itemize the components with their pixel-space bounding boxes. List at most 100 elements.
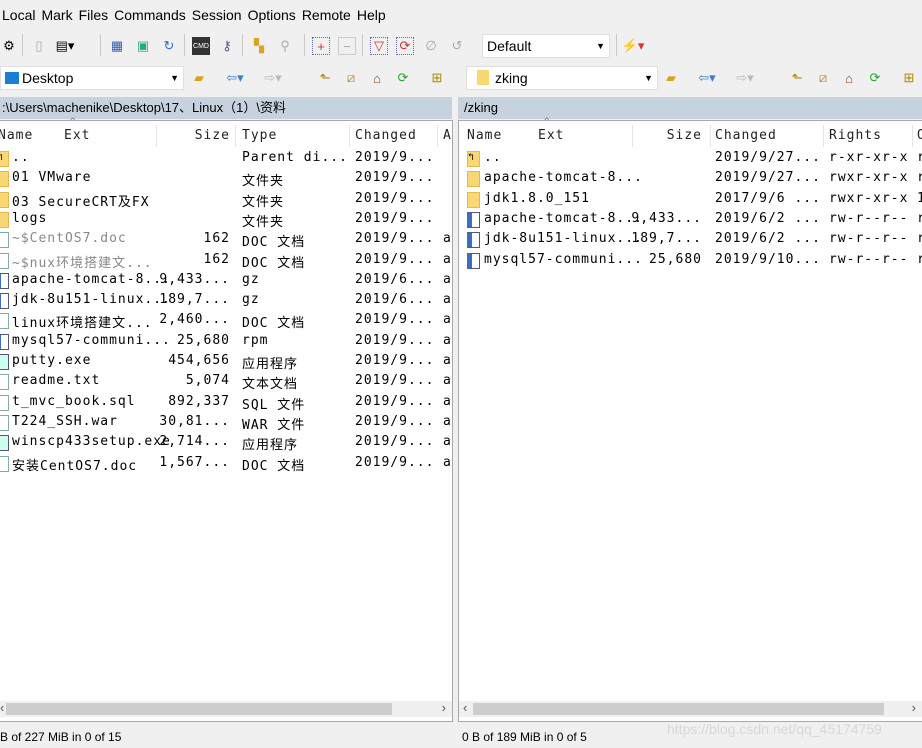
refresh-sync-icon[interactable]: ↻ — [160, 37, 178, 55]
scrollbar-thumb[interactable] — [6, 703, 392, 715]
column-name[interactable]: Name — [0, 128, 33, 143]
putty-icon[interactable]: ⚷ — [218, 37, 236, 55]
menu-help[interactable]: Help — [355, 4, 390, 26]
scroll-right-icon[interactable]: › — [912, 700, 916, 715]
file-row[interactable]: winscp433setup.exe 2,714... 应用程序 2019/9... a — [0, 433, 452, 453]
console-icon[interactable]: CMD — [192, 37, 210, 55]
cell-changed: 2019/6/2 ... — [715, 210, 821, 226]
refresh-icon[interactable]: ⟳ — [394, 69, 412, 87]
home-icon[interactable]: ⌂ — [840, 69, 858, 87]
find-icon[interactable]: ⚲ — [276, 37, 294, 55]
file-row[interactable]: jdk-8u151-linux... 189,7... gz 2019/6... a — [0, 291, 452, 311]
tree-icon[interactable]: ⊞ — [900, 69, 918, 87]
file-row[interactable]: ↰.. 2019/9/27... r-xr-xr-x r — [459, 149, 922, 169]
column-changed[interactable]: Changed — [355, 128, 417, 143]
left-location-value: Desktop — [22, 70, 74, 86]
package-icon — [467, 232, 480, 249]
refresh-icon[interactable]: ⟳ — [866, 69, 884, 87]
file-row[interactable]: mysql57-communi... 25,680 rpm 2019/9... a — [0, 332, 452, 352]
scroll-left-icon[interactable]: ‹ — [463, 700, 467, 715]
column-type[interactable]: Type — [242, 128, 277, 143]
menu-local[interactable]: Local — [0, 4, 39, 26]
file-row[interactable]: apache-tomcat-8... 2019/9/27... rwxr-xr-x r — [459, 169, 922, 189]
column-attributes[interactable]: A — [443, 128, 452, 143]
right-location-dropdown[interactable]: zking ▼ — [466, 66, 658, 90]
home-icon[interactable]: ⌂ — [368, 69, 386, 87]
file-row[interactable]: readme.txt 5,074 文本文档 2019/9... a — [0, 372, 452, 392]
cell-attr: a — [443, 353, 452, 368]
cell-owner: r — [917, 150, 922, 165]
exe-icon — [0, 354, 9, 370]
clear-icon[interactable]: ∅ — [422, 37, 440, 55]
column-ext[interactable]: Ext — [538, 128, 564, 143]
root-directory-icon[interactable]: ⧄ — [814, 69, 832, 87]
queue-icon[interactable]: ▚ — [250, 37, 268, 55]
left-file-list[interactable]: Name Ext ^ Size Type Changed A ↰.. Parent… — [0, 117, 453, 722]
file-row[interactable]: 01 VMware 文件夹 2019/9... — [0, 169, 452, 189]
back-icon[interactable]: ⇦▾ — [698, 69, 716, 87]
column-changed[interactable]: Changed — [715, 128, 777, 143]
file-row[interactable]: T224_SSH.war 30,81... WAR 文件 2019/9... a — [0, 413, 452, 433]
parent-directory-icon[interactable]: ⬑ — [788, 69, 806, 87]
file-row[interactable]: apache-tomcat-8... 9,433... 2019/6/2 ... rw… — [459, 210, 922, 230]
file-row[interactable]: ~$nux环境搭建文... 162 DOC 文档 2019/9... a — [0, 251, 452, 271]
transfer-settings-dropdown[interactable]: Default ▼ — [482, 34, 610, 58]
column-size[interactable]: Size — [667, 128, 702, 143]
parent-directory-icon[interactable]: ⬑ — [316, 69, 334, 87]
compare-icon[interactable]: ▯ — [30, 37, 48, 55]
select-icon[interactable]: + — [312, 37, 330, 55]
column-size[interactable]: Size — [195, 128, 230, 143]
file-row[interactable]: jdk-8u151-linux... 189,7... 2019/6/2 ... rw… — [459, 230, 922, 250]
file-row[interactable]: linux环境搭建文... 2,460... DOC 文档 2019/9... a — [0, 311, 452, 331]
file-row[interactable]: 03 SecureCRT及FX 文件夹 2019/9... — [0, 190, 452, 210]
preferences-gear-icon[interactable]: ⚙ — [0, 37, 18, 55]
menu-mark[interactable]: Mark — [39, 4, 76, 26]
unselect-icon[interactable]: − — [338, 37, 356, 55]
menu-commands[interactable]: Commands — [112, 4, 190, 26]
cell-name: .. — [484, 150, 502, 165]
column-ext[interactable]: Ext — [64, 128, 90, 143]
transfer-mode-icon[interactable]: ⚡▾ — [622, 37, 645, 55]
invert-selection-icon[interactable]: ⟳ — [396, 37, 414, 55]
copy-queue-icon[interactable]: ▤▾ — [56, 37, 75, 55]
menu-files[interactable]: Files — [77, 4, 113, 26]
column-owner[interactable]: O — [917, 128, 922, 143]
open-folder-icon[interactable]: ▰ — [190, 69, 208, 87]
file-row[interactable]: ~$CentOS7.doc 162 DOC 文档 2019/9... a — [0, 230, 452, 250]
file-row[interactable]: logs 文件夹 2019/9... — [0, 210, 452, 230]
menu-options[interactable]: Options — [246, 4, 300, 26]
file-row[interactable]: apache-tomcat-8... 9,433... gz 2019/6... a — [0, 271, 452, 291]
back-icon[interactable]: ⇦▾ — [226, 69, 244, 87]
file-row[interactable]: t_mvc_book.sql 892,337 SQL 文件 2019/9... a — [0, 393, 452, 413]
cell-size: 5,074 — [185, 373, 230, 389]
column-rights[interactable]: Rights — [829, 128, 882, 143]
scroll-left-icon[interactable]: ‹ — [0, 700, 4, 715]
left-location-dropdown[interactable]: Desktop ▼ — [0, 66, 184, 90]
synchronize-icon[interactable]: ▦ — [108, 37, 126, 55]
scroll-right-icon[interactable]: › — [442, 700, 446, 715]
forward-icon[interactable]: ⇨▾ — [736, 69, 754, 87]
right-file-list[interactable]: Name Ext ^ Size Changed Rights O ↰.. 2019… — [458, 117, 922, 722]
root-directory-icon[interactable]: ⧄ — [342, 69, 360, 87]
file-row[interactable]: mysql57-communi... 25,680 2019/9/10... rw-r… — [459, 251, 922, 271]
restore-icon[interactable]: ↺ — [448, 37, 466, 55]
tree-icon[interactable]: ⊞ — [428, 69, 446, 87]
sync-browse-icon[interactable]: ▣ — [134, 37, 152, 55]
open-folder-icon[interactable]: ▰ — [662, 69, 680, 87]
right-horizontal-scrollbar[interactable]: ‹ › — [459, 700, 922, 717]
file-row[interactable]: jdk1.8.0_151 2017/9/6 ... rwxr-xr-x 1 — [459, 190, 922, 210]
cell-name: linux环境搭建文... — [12, 316, 153, 332]
cell-attr: a — [443, 373, 452, 389]
forward-icon[interactable]: ⇨▾ — [264, 69, 282, 87]
file-row[interactable]: ↰.. Parent di... 2019/9... — [0, 149, 452, 169]
scrollbar-thumb[interactable] — [473, 703, 884, 715]
cell-name: T224_SSH.war — [12, 413, 118, 429]
file-row[interactable]: putty.exe 454,656 应用程序 2019/9... a — [0, 352, 452, 372]
filter-icon[interactable]: ▽ — [370, 37, 388, 55]
menu-session[interactable]: Session — [190, 4, 246, 26]
column-name[interactable]: Name — [467, 128, 502, 143]
file-row[interactable]: 安装CentOS7.doc 1,567... DOC 文档 2019/9... a — [0, 454, 452, 474]
left-horizontal-scrollbar[interactable]: ‹ › — [0, 700, 452, 717]
cell-name: mysql57-communi... — [12, 332, 171, 348]
menu-remote[interactable]: Remote — [300, 4, 355, 26]
